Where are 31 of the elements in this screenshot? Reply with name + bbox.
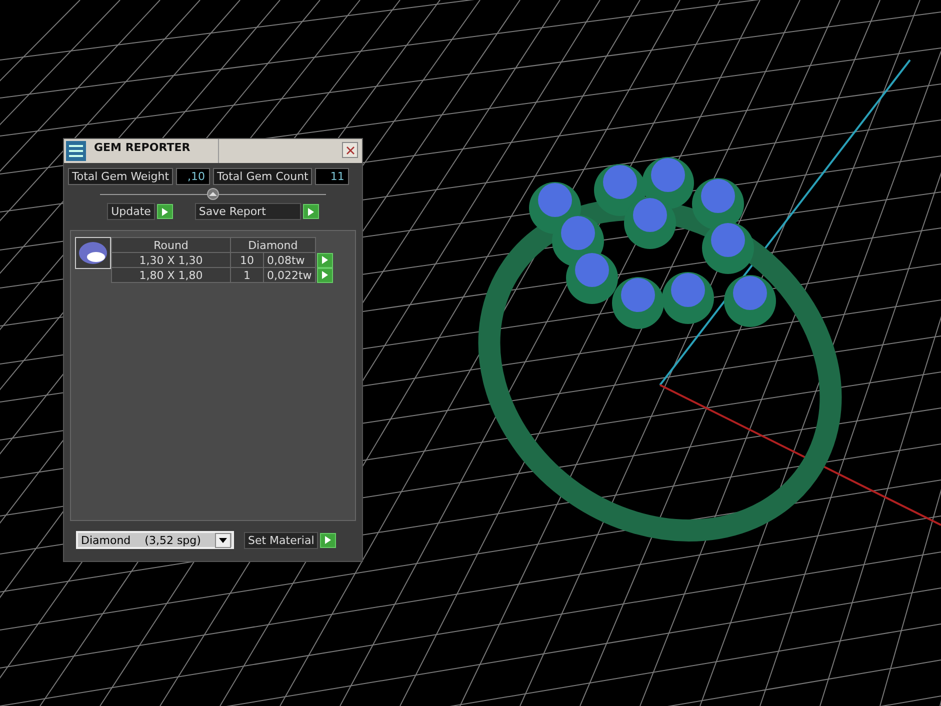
set-material-button[interactable]: Set Material bbox=[244, 532, 318, 548]
go-button[interactable] bbox=[156, 204, 173, 219]
table-cell: 1,80 X 1,80 bbox=[112, 268, 230, 282]
close-button[interactable] bbox=[342, 142, 358, 158]
play-arrow-icon bbox=[160, 206, 169, 216]
window-title: GEM REPORTER bbox=[88, 139, 219, 163]
total-label: Total Gem Count bbox=[213, 168, 312, 185]
select-button[interactable] bbox=[316, 252, 333, 268]
play-arrow-icon bbox=[306, 206, 315, 216]
table-cell: 10 bbox=[230, 252, 264, 268]
play-arrow-icon bbox=[324, 535, 332, 545]
table-cell: 0,08tw bbox=[264, 252, 316, 268]
column-header: Diamond bbox=[230, 238, 316, 252]
table-cell: 0,022tw bbox=[264, 268, 316, 282]
list-icon bbox=[66, 141, 86, 161]
table-cell: 1 bbox=[230, 268, 264, 282]
go-button[interactable] bbox=[320, 532, 336, 548]
total-value: ,10 bbox=[176, 168, 210, 185]
column-header: Round bbox=[112, 238, 230, 252]
down-triangle-icon bbox=[219, 538, 227, 542]
total-value: 11 bbox=[315, 168, 350, 185]
total-label: Total Gem Weight bbox=[68, 168, 174, 185]
select-button[interactable] bbox=[316, 268, 333, 282]
table-cell: 1,30 X 1,30 bbox=[112, 252, 230, 268]
action-button[interactable]: Update bbox=[107, 203, 155, 220]
action-button[interactable]: Save Report bbox=[194, 203, 301, 220]
close-icon bbox=[346, 146, 354, 154]
up-arrow-icon bbox=[209, 191, 217, 197]
collapse-handle[interactable] bbox=[207, 188, 219, 200]
go-button[interactable] bbox=[302, 204, 319, 219]
material-dropdown[interactable]: Diamond (3,52 spg) bbox=[76, 531, 234, 549]
